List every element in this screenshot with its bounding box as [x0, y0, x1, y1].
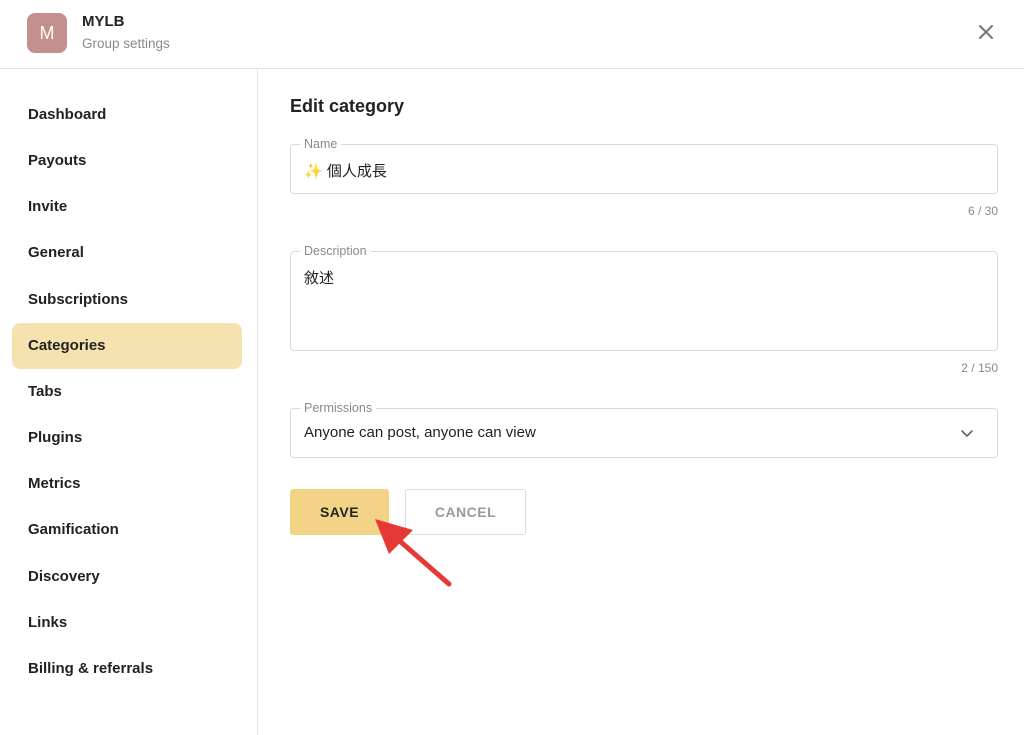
- permissions-field-value: Anyone can post, anyone can view: [304, 424, 536, 441]
- chevron-down-icon: [961, 430, 973, 437]
- sidebar-item-subscriptions[interactable]: Subscriptions: [12, 277, 242, 323]
- sidebar-item-general[interactable]: General: [12, 230, 242, 276]
- name-field[interactable]: Name ✨ 個人成長: [290, 136, 998, 194]
- sidebar-item-billing-referrals[interactable]: Billing & referrals: [12, 646, 242, 692]
- sidebar-item-gamification[interactable]: Gamification: [12, 507, 242, 553]
- description-field[interactable]: Description 敘述: [290, 243, 998, 351]
- name-field-value: ✨ 個人成長: [304, 163, 387, 180]
- sidebar: Dashboard Payouts Invite General Subscri…: [0, 69, 258, 735]
- header: M MYLB Group settings: [0, 0, 1024, 69]
- description-char-counter: 2 / 150: [961, 361, 998, 375]
- close-icon: [979, 25, 993, 39]
- sidebar-item-tabs[interactable]: Tabs: [12, 369, 242, 415]
- sidebar-item-discovery[interactable]: Discovery: [12, 554, 242, 600]
- name-field-label: Name: [300, 136, 342, 152]
- permissions-select[interactable]: Permissions Anyone can post, anyone can …: [290, 400, 998, 458]
- sidebar-item-dashboard[interactable]: Dashboard: [12, 92, 242, 138]
- main-content: Edit category Name ✨ 個人成長 6 / 30 Descrip…: [259, 69, 1024, 735]
- page-title: Edit category: [290, 96, 405, 116]
- sidebar-item-plugins[interactable]: Plugins: [12, 415, 242, 461]
- name-char-counter: 6 / 30: [967, 204, 998, 218]
- annotation-arrow-icon: [375, 519, 452, 587]
- sidebar-item-categories[interactable]: Categories: [12, 323, 242, 369]
- description-field-value: 敘述: [304, 270, 335, 287]
- permissions-field-label: Permissions: [300, 400, 377, 416]
- group-name: MYLB: [82, 13, 125, 30]
- description-field-label: Description: [300, 243, 371, 259]
- settings-page: M MYLB Group settings Dashboard Payouts …: [0, 0, 1024, 735]
- sidebar-item-links[interactable]: Links: [12, 600, 242, 646]
- sidebar-item-metrics[interactable]: Metrics: [12, 461, 242, 507]
- header-subtitle: Group settings: [82, 36, 170, 51]
- avatar: M: [27, 13, 67, 53]
- sidebar-item-payouts[interactable]: Payouts: [12, 138, 242, 184]
- sidebar-item-invite[interactable]: Invite: [12, 184, 242, 230]
- close-button[interactable]: [974, 20, 998, 44]
